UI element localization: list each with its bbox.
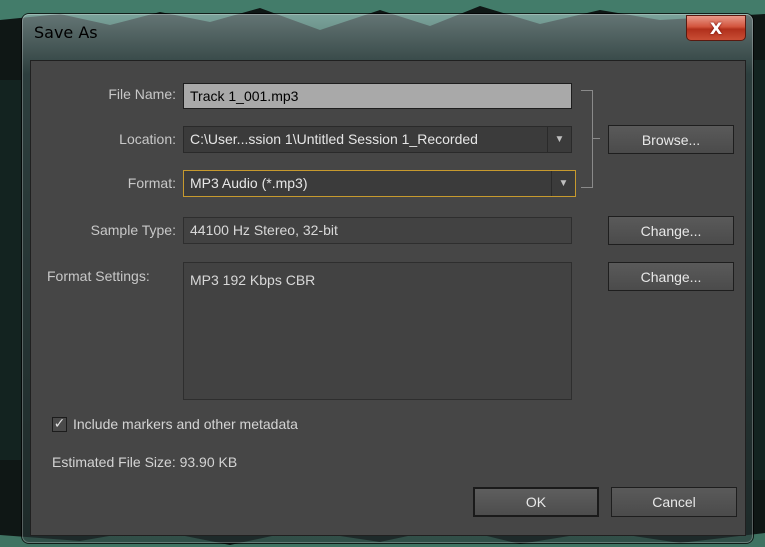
bracket-connector xyxy=(592,138,600,139)
location-label: Location: xyxy=(119,131,176,147)
chevron-down-icon: ▼ xyxy=(551,171,575,196)
close-icon: X xyxy=(709,18,723,38)
file-name-input[interactable]: Track 1_001.mp3 xyxy=(183,83,572,109)
location-value: C:\User...ssion 1\Untitled Session 1_Rec… xyxy=(190,131,478,147)
format-value: MP3 Audio (*.mp3) xyxy=(190,175,308,191)
cancel-button[interactable]: Cancel xyxy=(611,487,737,517)
browse-button[interactable]: Browse... xyxy=(608,125,734,154)
ok-button[interactable]: OK xyxy=(473,487,599,517)
change-format-settings-button[interactable]: Change... xyxy=(608,262,734,291)
dialog-title: Save As xyxy=(34,23,98,42)
file-name-label: File Name: xyxy=(108,86,176,102)
location-dropdown[interactable]: C:\User...ssion 1\Untitled Session 1_Rec… xyxy=(183,126,572,153)
estimated-file-size: Estimated File Size: 93.90 KB xyxy=(52,454,238,470)
include-markers-checkbox[interactable]: ✓ xyxy=(52,417,67,432)
format-label: Format: xyxy=(127,175,176,191)
format-settings-label: Format Settings: xyxy=(47,268,150,284)
link-bracket xyxy=(581,90,593,188)
sample-type-value: 44100 Hz Stereo, 32-bit xyxy=(183,217,572,244)
close-button[interactable]: X xyxy=(686,15,746,41)
format-dropdown[interactable]: MP3 Audio (*.mp3) ▼ xyxy=(183,170,576,197)
format-settings-box: MP3 192 Kbps CBR xyxy=(183,262,572,400)
checkmark-icon: ✓ xyxy=(53,416,66,432)
change-sample-type-button[interactable]: Change... xyxy=(608,216,734,245)
include-markers-label: Include markers and other metadata xyxy=(73,416,298,432)
chevron-down-icon: ▼ xyxy=(547,127,571,152)
sample-type-label: Sample Type: xyxy=(90,222,176,238)
